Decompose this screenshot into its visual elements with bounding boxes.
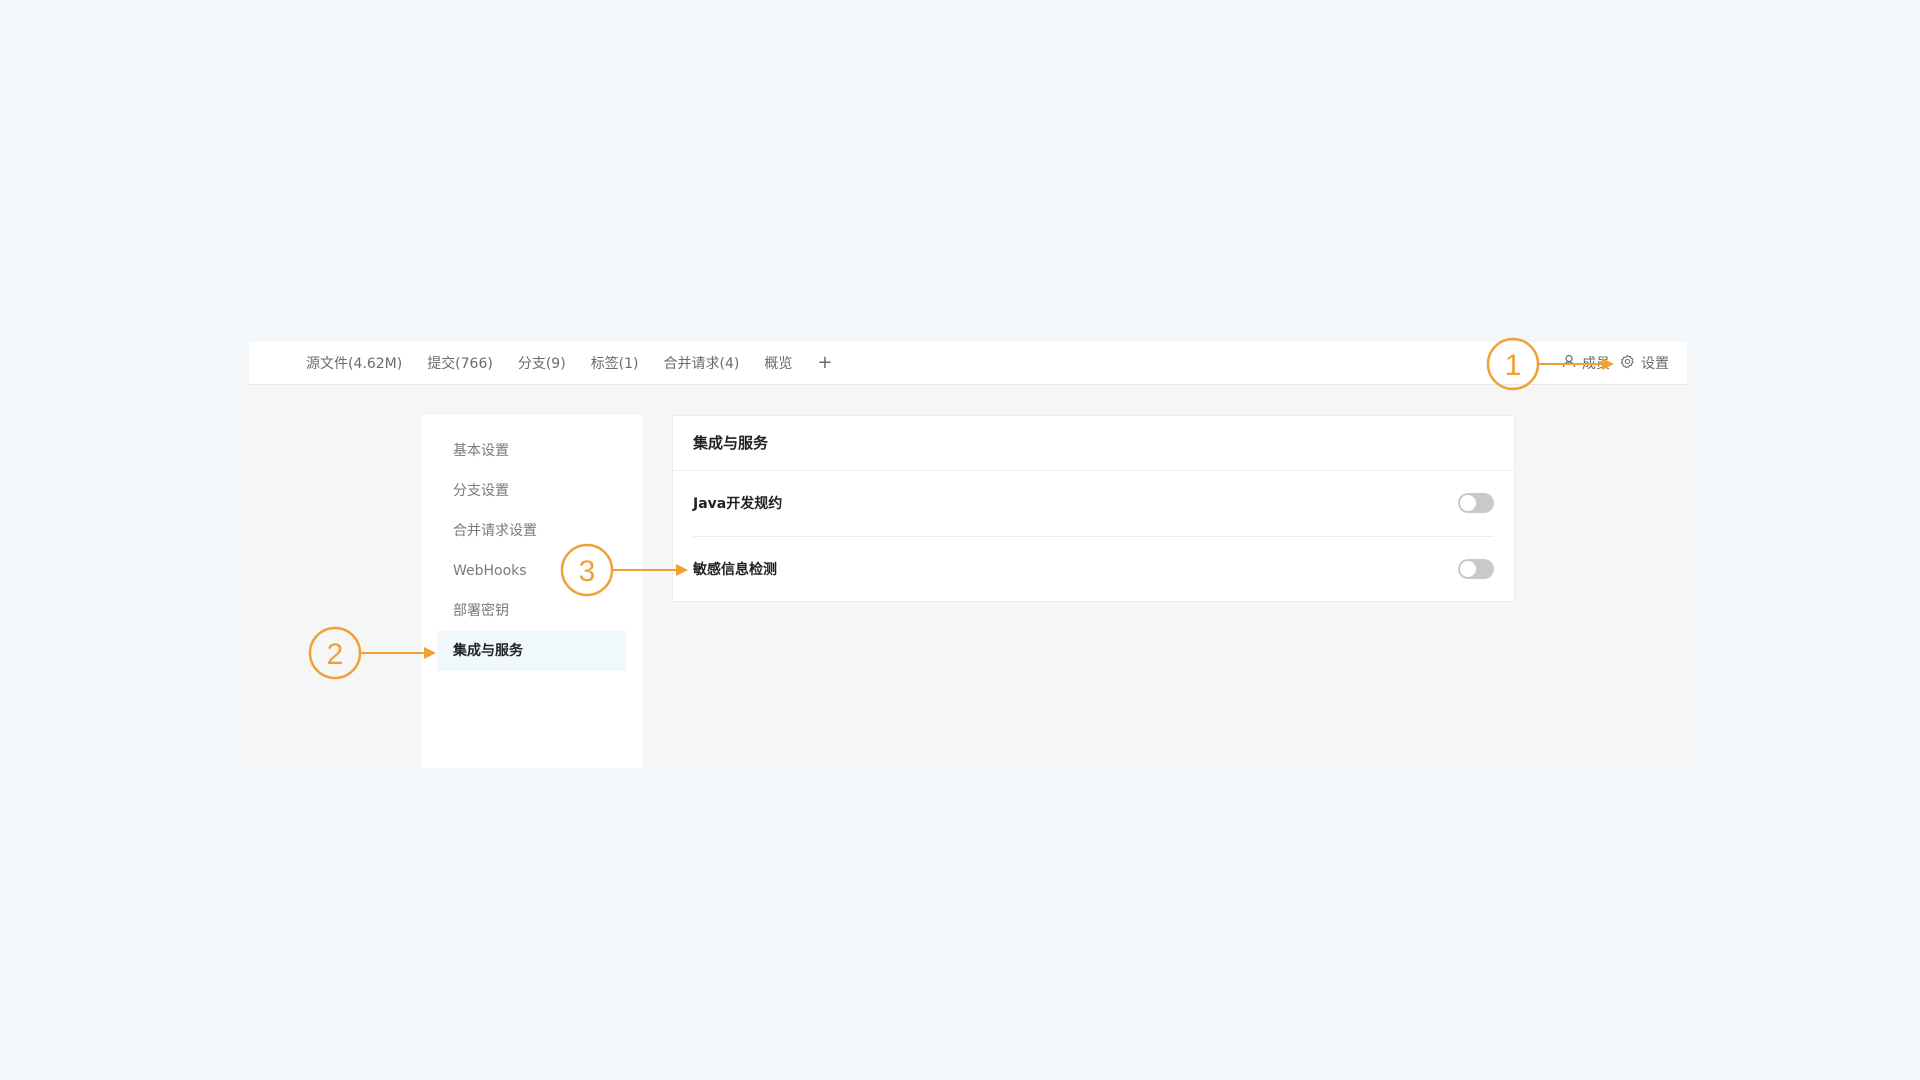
tab-tags[interactable]: 标签(1)	[591, 353, 639, 373]
repo-tabs: 源文件(4.62M) 提交(766) 分支(9) 标签(1) 合并请求(4) 概…	[306, 342, 832, 384]
settings-sidebar: 基本设置 分支设置 合并请求设置 WebHooks 部署密钥 集成与服务	[421, 415, 642, 768]
sidebar-item-webhooks[interactable]: WebHooks	[437, 551, 626, 591]
sensitive-info-toggle[interactable]	[1458, 559, 1494, 579]
gear-icon	[1620, 354, 1641, 373]
user-icon	[1562, 354, 1582, 372]
settings-label: 设置	[1641, 356, 1669, 372]
top-right-actions: 成员 设置	[1552, 342, 1669, 384]
members-label: 成员	[1582, 356, 1610, 372]
members-link[interactable]: 成员	[1562, 353, 1610, 373]
app-frame: 源文件(4.62M) 提交(766) 分支(9) 标签(1) 合并请求(4) 概…	[249, 342, 1687, 768]
settings-link[interactable]: 设置	[1620, 353, 1669, 373]
tab-commits[interactable]: 提交(766)	[427, 353, 493, 373]
integration-label: Java开发规约	[693, 496, 783, 512]
sidebar-item-merge-request-settings[interactable]: 合并请求设置	[437, 511, 626, 551]
toggle-knob	[1460, 495, 1476, 511]
panel-title: 集成与服务	[673, 416, 1514, 471]
integrations-panel: 集成与服务 Java开发规约 敏感信息检测	[672, 415, 1515, 602]
integration-label: 敏感信息检测	[693, 562, 777, 578]
tab-merge-requests[interactable]: 合并请求(4)	[664, 353, 740, 373]
sidebar-item-branch-settings[interactable]: 分支设置	[437, 471, 626, 511]
java-guidelines-toggle[interactable]	[1458, 493, 1494, 513]
toggle-knob	[1460, 561, 1476, 577]
tab-branches[interactable]: 分支(9)	[518, 353, 566, 373]
tab-overview[interactable]: 概览	[764, 353, 792, 373]
tab-source-files[interactable]: 源文件(4.62M)	[306, 353, 402, 373]
sidebar-item-basic-settings[interactable]: 基本设置	[437, 431, 626, 471]
integration-row: 敏感信息检测	[693, 537, 1494, 603]
sidebar-item-integrations[interactable]: 集成与服务	[437, 631, 626, 671]
integration-row: Java开发规约	[693, 471, 1494, 537]
add-tab-button[interactable]: +	[817, 354, 832, 372]
top-nav-bar: 源文件(4.62M) 提交(766) 分支(9) 标签(1) 合并请求(4) 概…	[249, 342, 1687, 385]
sidebar-item-deploy-keys[interactable]: 部署密钥	[437, 591, 626, 631]
